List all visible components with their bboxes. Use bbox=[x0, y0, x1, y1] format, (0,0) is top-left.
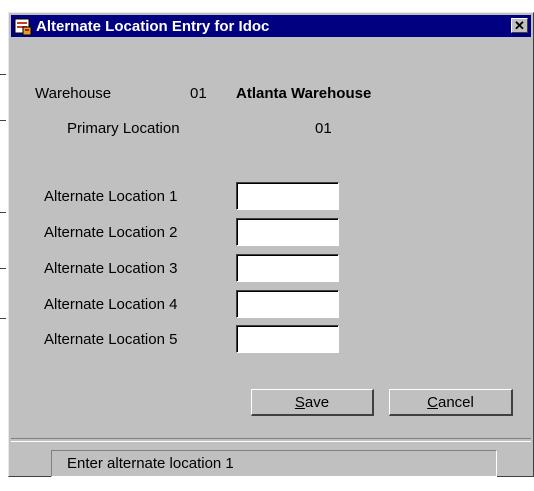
alternate-location-1-input[interactable] bbox=[236, 182, 339, 210]
alternate-location-2-label: Alternate Location 2 bbox=[44, 224, 178, 241]
save-label-rest: ave bbox=[304, 393, 330, 411]
alternate-location-5-input[interactable] bbox=[236, 325, 339, 353]
warehouse-name: Atlanta Warehouse bbox=[236, 85, 372, 102]
form-content: Warehouse 01 Atlanta Warehouse Primary L… bbox=[9, 13, 533, 477]
save-mnemonic: S bbox=[294, 393, 305, 411]
alternate-location-3-label: Alternate Location 3 bbox=[44, 260, 178, 277]
cancel-mnemonic: C bbox=[427, 393, 438, 411]
edge-tick bbox=[0, 268, 6, 269]
save-button[interactable]: Save bbox=[251, 389, 374, 416]
cancel-label-rest: ancel bbox=[437, 393, 474, 411]
dialog-window: Alternate Location Entry for Idoc ✕ Ware… bbox=[8, 12, 534, 477]
warehouse-code: 01 bbox=[190, 85, 207, 102]
edge-tick bbox=[0, 120, 6, 121]
alternate-location-4-input[interactable] bbox=[236, 290, 339, 318]
status-bar: Enter alternate location 1 bbox=[51, 450, 497, 477]
warehouse-label: Warehouse bbox=[35, 85, 112, 102]
alternate-location-2-input[interactable] bbox=[236, 218, 339, 246]
alternate-location-1-label: Alternate Location 1 bbox=[44, 188, 178, 205]
alternate-location-4-label: Alternate Location 4 bbox=[44, 296, 178, 313]
left-edge-strip bbox=[0, 0, 8, 491]
alternate-location-5-label: Alternate Location 5 bbox=[44, 331, 178, 348]
cancel-button[interactable]: Cancel bbox=[389, 389, 513, 416]
primary-location-label: Primary Location bbox=[67, 120, 180, 137]
status-separator bbox=[11, 438, 531, 442]
edge-tick bbox=[0, 318, 6, 319]
edge-tick bbox=[0, 212, 6, 213]
edge-tick bbox=[0, 74, 6, 75]
alternate-location-3-input[interactable] bbox=[236, 254, 339, 282]
primary-location-value: 01 bbox=[315, 120, 332, 137]
